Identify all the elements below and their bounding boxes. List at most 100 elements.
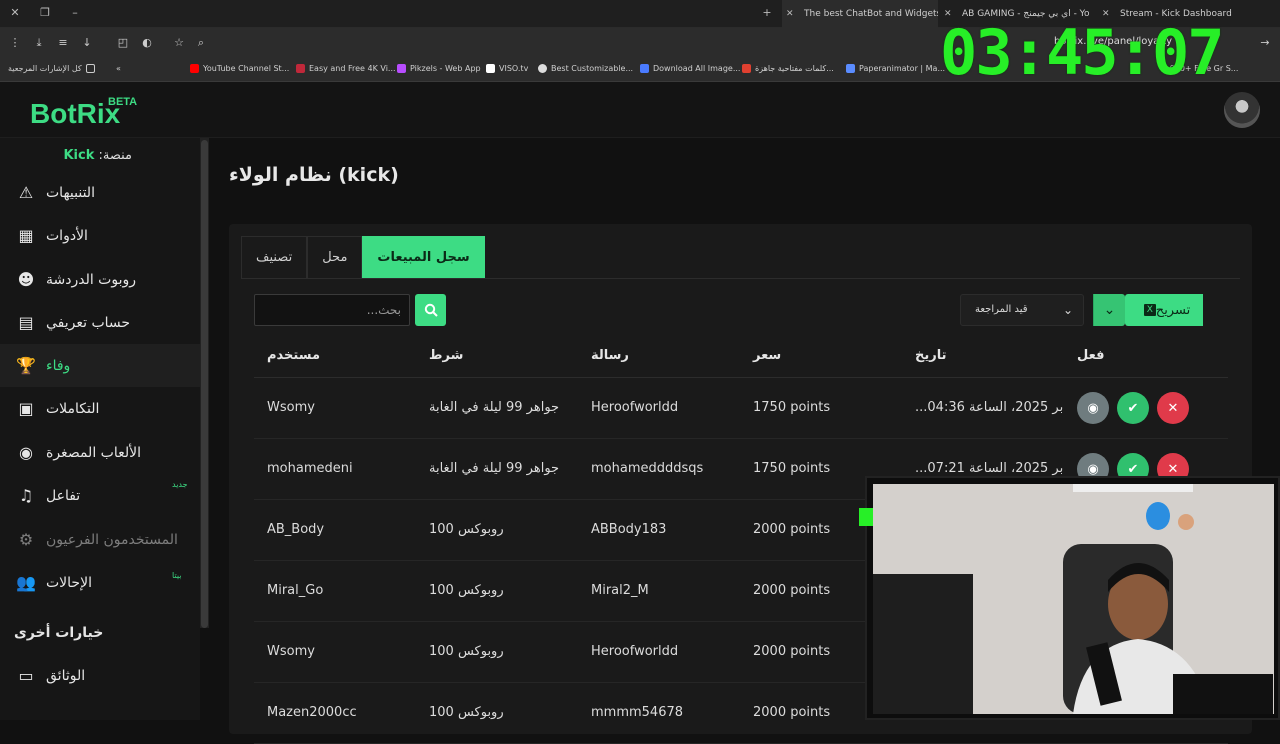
- cell-user: Wsomy: [267, 400, 315, 415]
- cell-price: 2000 points: [753, 705, 831, 720]
- bookmark-favicon-icon: [538, 64, 547, 73]
- search-button[interactable]: [415, 294, 446, 326]
- cell-message: Heroofworldd: [591, 644, 679, 659]
- minimize-window-icon[interactable]: –: [68, 6, 82, 20]
- robot-icon: ☻: [17, 270, 35, 289]
- check-icon: ✔: [1127, 400, 1139, 416]
- extensions-icon[interactable]: ◰: [116, 36, 130, 50]
- cell-message: mmmm54678: [591, 705, 684, 720]
- cell-condition: روبوكس 100: [429, 705, 504, 720]
- cell-message: ABBody183: [591, 522, 667, 537]
- search-input[interactable]: [254, 294, 410, 326]
- bookmark-item[interactable]: VISO.tv: [482, 64, 528, 73]
- col-price: سعر: [753, 348, 782, 363]
- bookmarks-overflow-icon[interactable]: «: [116, 64, 121, 73]
- bookmark-favicon-icon: [296, 64, 305, 73]
- platform-label: منصة: Kick: [63, 148, 132, 163]
- cell-message: Heroofworldd: [591, 400, 679, 415]
- bookmark-item[interactable]: Easy and Free 4K Vi...: [292, 64, 396, 73]
- tab-shop[interactable]: محل: [307, 236, 363, 278]
- sidebar-item-chatbot[interactable]: ☻ روبوت الدردشة: [0, 258, 200, 301]
- bookmark-all[interactable]: كل الإشارات المرجعية: [8, 64, 99, 73]
- sidebar-item-alerts[interactable]: ⚠ التنبيهات: [0, 171, 200, 214]
- folder-icon: [85, 64, 95, 73]
- sidebar-item-referrals[interactable]: 👥 الإحالات بيتا: [0, 561, 200, 604]
- bookmark-item[interactable]: Paperanimator | Ma...: [842, 64, 945, 73]
- page-title: نظام الولاء (kick): [229, 164, 399, 186]
- bookmark-item[interactable]: Pikzels - Web App: [393, 64, 481, 73]
- cell-condition: جواهر 99 ليلة في الغابة: [429, 400, 560, 415]
- export-dropdown-button[interactable]: ⌄: [1093, 294, 1125, 326]
- webcam-image: [873, 484, 1274, 714]
- reject-button[interactable]: ✕: [1157, 392, 1189, 424]
- eye-icon: ◉: [1087, 461, 1099, 477]
- sidebar-item-label: التنبيهات: [46, 184, 95, 201]
- sidebar-item-minigames[interactable]: ◉ الألعاب المصغرة: [0, 431, 200, 474]
- tab-close-icon[interactable]: ✕: [786, 0, 798, 28]
- sidebar-item-profile[interactable]: ▤ حساب تعريفي: [0, 301, 200, 344]
- sidebar-item-docs[interactable]: ▭ الوثائق: [0, 654, 200, 697]
- close-window-icon[interactable]: ✕: [8, 6, 22, 20]
- save-icon[interactable]: ↓: [80, 36, 94, 50]
- sidebar-item-interaction[interactable]: ♫ تفاعل جديد: [0, 474, 200, 517]
- cell-message: mohameddddsqs: [591, 461, 704, 476]
- bookmark-favicon-icon: [486, 64, 495, 73]
- cell-user: Wsomy: [267, 644, 315, 659]
- music-icon: ♫: [18, 486, 34, 505]
- cell-date: ...بر 2025، الساعة 07:21: [915, 461, 1064, 476]
- beta-badge: بيتا: [172, 571, 182, 580]
- sidebar-item-label: التكاملات: [46, 400, 100, 417]
- cell-condition: روبوكس 100: [429, 644, 504, 659]
- youtube-icon: [190, 64, 199, 73]
- export-button[interactable]: X تسريح: [1125, 294, 1203, 326]
- sidebar-item-label: الأدوات: [46, 227, 88, 244]
- menu-icon[interactable]: ⋮: [8, 36, 22, 50]
- sidebar-item-label: الإحالات: [46, 574, 92, 591]
- sidebar-item-integrations[interactable]: ▣ التكاملات: [0, 387, 200, 430]
- sidebar-item-loyalty[interactable]: 🏆 وفاء: [0, 344, 200, 387]
- cell-message: Miral2_M: [591, 583, 649, 598]
- sidebar-item-tools[interactable]: ▦ الأدوات: [0, 214, 200, 257]
- chevron-down-icon: ⌄: [1103, 302, 1116, 318]
- excel-icon: X: [1143, 304, 1156, 316]
- bookmark-favicon-icon: [846, 64, 855, 73]
- cell-condition: روبوكس 100: [429, 522, 504, 537]
- cell-user: Mazen2000cc: [267, 705, 357, 720]
- sidebar-item-subusers[interactable]: ⚙ المستخدمون الفرعيون: [0, 518, 200, 561]
- app-logo[interactable]: BotRix: [30, 98, 120, 130]
- webcam-overlay: [859, 476, 1280, 720]
- download-icon[interactable]: ⤓: [32, 36, 46, 50]
- sidebar-item-label: روبوت الدردشة: [46, 271, 137, 288]
- bookmark-item[interactable]: كلمات مفتاحية جاهزة...: [738, 64, 834, 73]
- sidebar-item-label: وفاء: [46, 357, 71, 374]
- account-icon[interactable]: ◐: [140, 36, 154, 50]
- back-arrow-icon[interactable]: →: [1258, 36, 1272, 50]
- view-button[interactable]: ◉: [1077, 392, 1109, 424]
- col-action: فعل: [1077, 348, 1105, 363]
- avatar[interactable]: [1224, 92, 1260, 128]
- tabs: تصنيف محل سجل المبيعات: [241, 236, 485, 278]
- col-user: مستخدم: [267, 348, 320, 363]
- cell-price: 1750 points: [753, 461, 831, 476]
- bookmark-item[interactable]: Best Customizable...: [534, 64, 633, 73]
- tab-sales-log[interactable]: سجل المبيعات: [362, 236, 485, 278]
- translate-icon[interactable]: ≡: [56, 36, 70, 50]
- approve-button[interactable]: ✔: [1117, 392, 1149, 424]
- bookmark-item[interactable]: YouTube Channel St...: [186, 64, 289, 73]
- cell-price: 2000 points: [753, 583, 831, 598]
- docs-icon: ▭: [18, 666, 34, 685]
- col-message: رسالة: [591, 348, 629, 363]
- browser-tab-active[interactable]: ✕ The best ChatBot and Widgets: [782, 0, 938, 28]
- search-icon: [424, 303, 438, 317]
- status-select[interactable]: قيد المراجعة ⌄: [960, 294, 1084, 326]
- restore-window-icon[interactable]: ❐: [38, 6, 52, 20]
- new-tab-icon[interactable]: +: [760, 6, 774, 20]
- search-icon[interactable]: ⌕: [194, 36, 208, 50]
- bookmark-item[interactable]: Download All Image...: [636, 64, 740, 73]
- app-header: BotRix BETA: [0, 82, 1280, 138]
- tab-ranking[interactable]: تصنيف: [241, 236, 308, 278]
- bookmark-star-icon[interactable]: ☆: [172, 36, 186, 50]
- warning-icon: ⚠: [18, 183, 34, 202]
- sidebar-scrollbar-thumb[interactable]: [201, 140, 208, 628]
- streamer-figure: [873, 484, 1274, 714]
